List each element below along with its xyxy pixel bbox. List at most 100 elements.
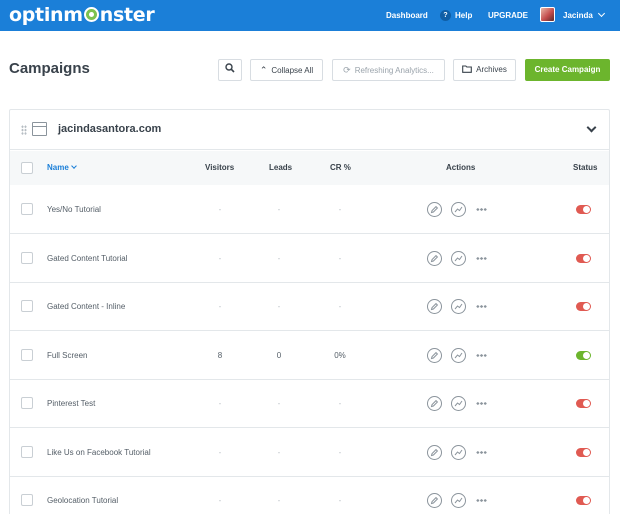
campaign-name[interactable]: Gated Content Tutorial [47,254,128,263]
visitors-value: - [218,205,222,214]
avatar[interactable] [540,7,555,22]
visitors-value: - [218,496,222,505]
analytics-button[interactable] [451,396,466,411]
table-row[interactable]: Full Screen 8 0 0% [10,331,609,380]
status-toggle[interactable] [576,302,591,311]
table-row[interactable]: Gated Content Tutorial - - - [10,234,609,283]
more-options-icon[interactable] [476,208,487,211]
status-toggle[interactable] [576,447,591,457]
campaign-name[interactable]: Yes/No Tutorial [47,205,101,214]
edit-button[interactable] [427,396,442,411]
refresh-analytics-button[interactable]: ⟳ Refreshing Analytics... [332,59,445,81]
logo-text-start: optinm [9,4,83,26]
analytics-button[interactable] [451,202,466,217]
edit-button[interactable] [427,250,442,266]
row-checkbox[interactable] [21,494,33,506]
more-options-icon[interactable] [476,402,487,405]
campaign-name[interactable]: Like Us on Facebook Tutorial [47,448,151,457]
collapse-all-label: Collapse All [271,66,314,75]
analytics-button[interactable] [451,444,466,460]
nav-help-link[interactable]: ? Help [440,0,472,31]
status-toggle[interactable] [576,496,591,505]
leads-column-header: Leads [269,163,293,172]
row-checkbox[interactable] [21,300,33,312]
more-options-icon[interactable] [476,353,487,357]
table-row[interactable]: Pinterest Test - - - [10,379,609,428]
edit-button[interactable] [427,493,442,508]
drag-handle-icon[interactable] [21,125,27,135]
chevron-up-icon: ⌃ [259,65,268,75]
visitors-value: - [218,399,222,408]
refresh-icon: ⟳ [343,65,351,75]
analytics-button[interactable] [451,299,466,314]
edit-button[interactable] [427,444,442,460]
visitors-value: - [218,447,222,457]
visitors-value: - [218,302,222,311]
analytics-button[interactable] [451,250,466,266]
archives-button[interactable]: Archives [453,59,516,81]
more-options-icon[interactable] [476,305,487,308]
more-options-icon[interactable] [476,499,487,502]
status-toggle[interactable] [576,205,591,214]
leads-value: - [277,399,281,408]
campaign-name[interactable]: Geolocation Tutorial [47,496,118,505]
monster-logo-icon [83,7,99,22]
table-row[interactable]: Like Us on Facebook Tutorial - - - [10,428,609,477]
cr-value: - [338,496,342,505]
leads-value: - [277,253,281,263]
row-checkbox[interactable] [21,445,33,458]
browser-window-icon [32,122,47,136]
status-column-header: Status [573,163,598,172]
campaign-name[interactable]: Full Screen [47,351,87,360]
edit-button[interactable] [427,299,442,314]
leads-value: - [277,496,281,505]
cr-value: - [338,399,342,408]
row-checkbox[interactable] [21,251,33,264]
row-checkbox[interactable] [21,203,33,215]
table-row[interactable]: Geolocation Tutorial - - - [10,476,609,514]
table-row[interactable]: Yes/No Tutorial - - - [10,185,609,234]
archives-label: Archives [476,65,507,74]
optinmonster-logo[interactable]: optinm nster [9,4,155,26]
sort-by-name-header[interactable]: Name [47,163,77,172]
search-button[interactable] [218,59,242,81]
campaigns-panel: jacindasantora.com Name Visitors Leads C… [9,109,610,514]
visitors-value: - [218,253,222,263]
name-column-label: Name [47,163,69,172]
more-options-icon[interactable] [476,450,487,454]
visitors-value: 8 [217,350,223,360]
chevron-down-icon[interactable] [586,122,597,133]
collapse-all-button[interactable]: ⌃ Collapse All [250,59,323,81]
create-campaign-button[interactable]: Create Campaign [525,59,610,81]
status-toggle[interactable] [576,350,591,360]
edit-button[interactable] [427,347,442,363]
more-options-icon[interactable] [476,256,487,260]
table-header: Name Visitors Leads CR % Actions Status [10,151,609,185]
analytics-button[interactable] [451,493,466,508]
cr-value: 0% [334,350,346,360]
analytics-button[interactable] [451,347,466,363]
status-toggle[interactable] [576,253,591,263]
cr-value: - [338,302,342,311]
chevron-down-icon [70,163,77,169]
status-toggle[interactable] [576,399,591,408]
page-title: Campaigns [9,60,90,77]
nav-upgrade-link[interactable]: UPGRADE [488,0,528,31]
row-checkbox[interactable] [21,348,33,361]
help-icon: ? [440,10,451,22]
campaign-name[interactable]: Gated Content - Inline [47,302,125,311]
campaign-name[interactable]: Pinterest Test [47,399,95,408]
cr-value: - [338,205,342,214]
leads-value: 0 [276,350,282,360]
logo-text-end: nster [99,4,155,26]
site-header[interactable]: jacindasantora.com [10,110,609,150]
chevron-down-icon [597,9,605,18]
edit-button[interactable] [427,202,442,217]
select-all-checkbox[interactable] [21,162,33,174]
cr-value: - [338,447,342,457]
nav-dashboard-link[interactable]: Dashboard [386,0,428,31]
row-checkbox[interactable] [21,397,33,409]
site-name: jacindasantora.com [58,123,162,135]
user-menu[interactable]: Jacinda [563,0,605,31]
table-row[interactable]: Gated Content - Inline - - - [10,282,609,331]
